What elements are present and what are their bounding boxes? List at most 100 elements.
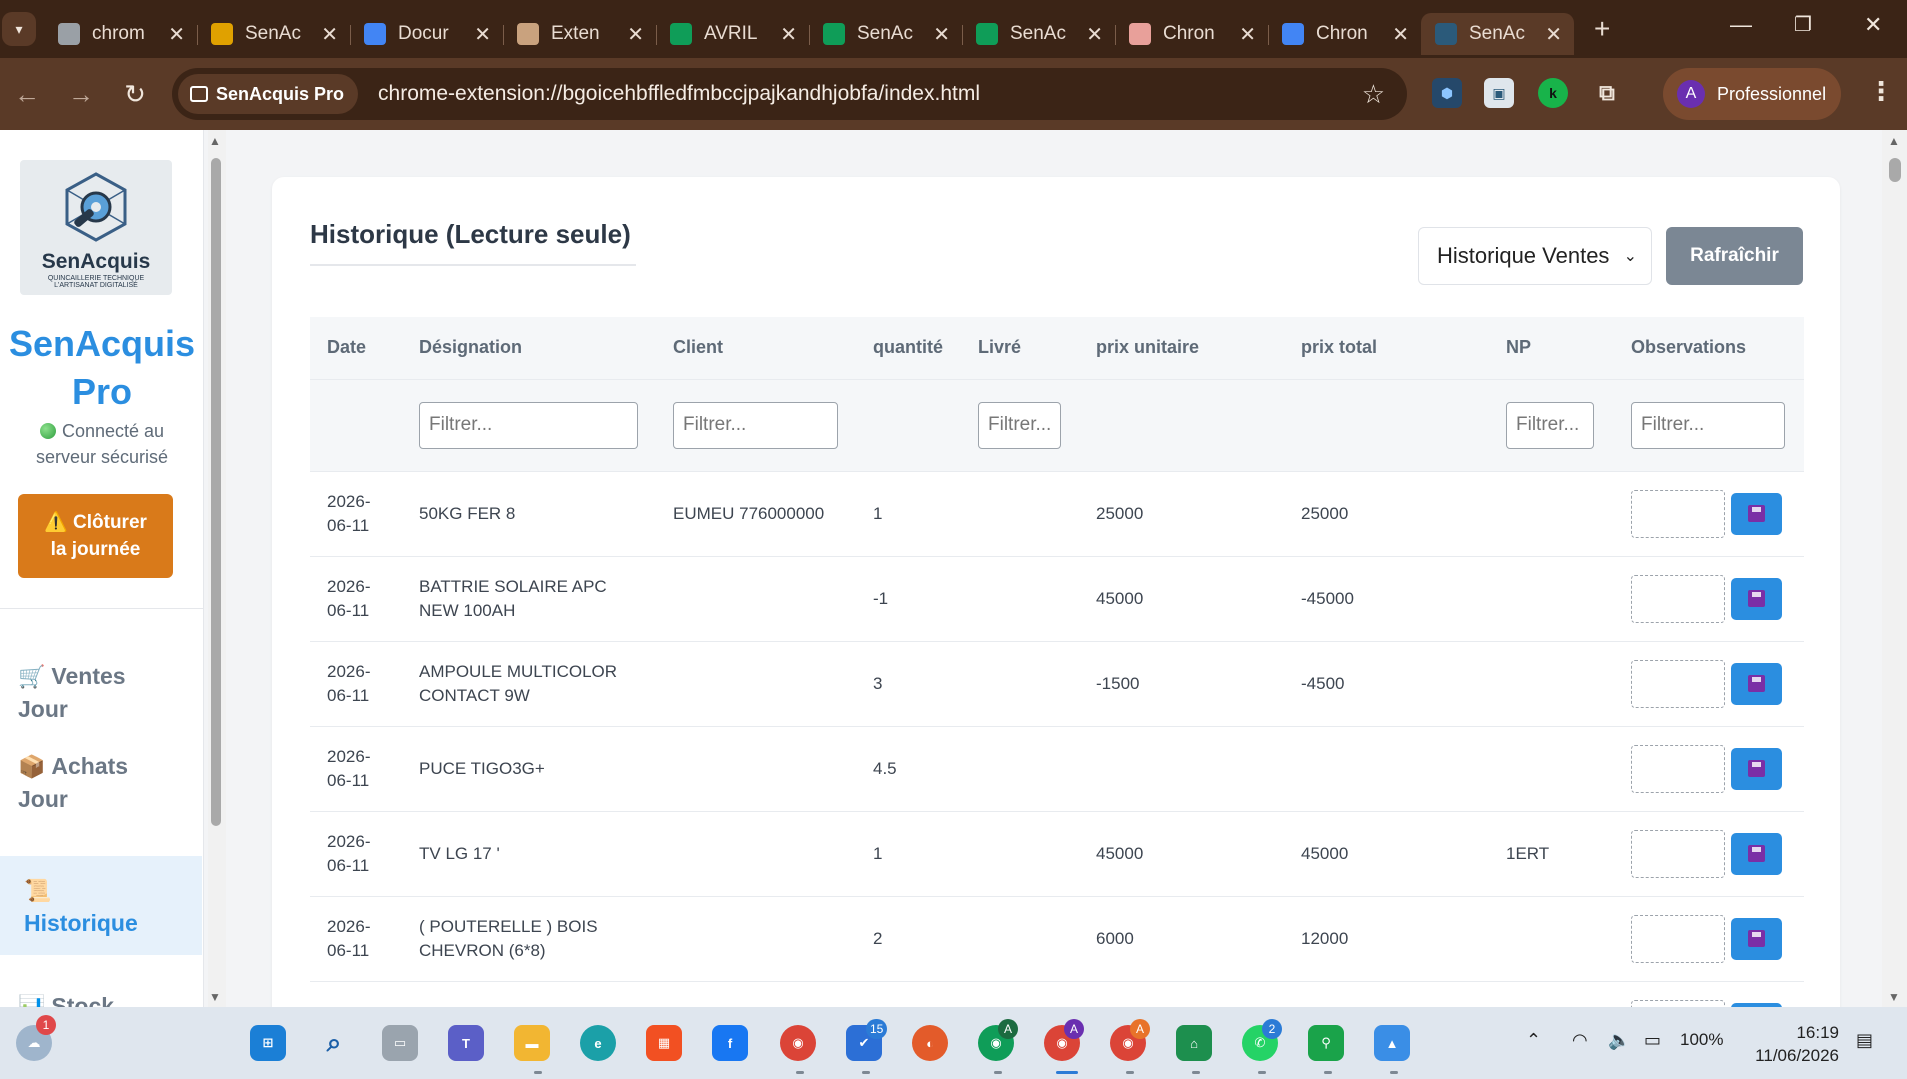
facebook-icon[interactable]: f bbox=[712, 1025, 748, 1061]
browser-tab[interactable]: SenAc ✕ bbox=[962, 13, 1115, 55]
whatsapp-badge: 2 bbox=[1262, 1019, 1282, 1039]
teams-icon[interactable]: T bbox=[448, 1025, 484, 1061]
close-tab-icon[interactable]: ✕ bbox=[1239, 22, 1256, 47]
restore-icon[interactable]: ❐ bbox=[1794, 12, 1812, 37]
save-button[interactable] bbox=[1731, 747, 1782, 790]
close-tab-icon[interactable]: ✕ bbox=[933, 22, 950, 47]
main-scroll-up-icon[interactable]: ▲ bbox=[1888, 134, 1900, 148]
cell-np bbox=[1489, 726, 1614, 812]
clock-date: 11/06/2026 bbox=[1755, 1046, 1839, 1065]
bookmark-star-icon[interactable]: ☆ bbox=[1362, 79, 1385, 110]
browser-tab[interactable]: Exten ✕ bbox=[503, 13, 656, 55]
filter-np-input[interactable]: Filtrer... bbox=[1506, 401, 1594, 449]
main-scrollbar[interactable] bbox=[1882, 130, 1907, 1007]
edge-icon[interactable]: e bbox=[580, 1025, 616, 1061]
chrome-icon[interactable]: ◉ bbox=[780, 1025, 816, 1061]
observation-input[interactable] bbox=[1631, 914, 1725, 963]
scroll-down-icon[interactable]: ▼ bbox=[209, 990, 221, 1004]
filter-livre-input[interactable]: Filtrer... bbox=[978, 401, 1061, 449]
close-tab-icon[interactable]: ✕ bbox=[1545, 22, 1562, 47]
sidebar-item-achats-jour[interactable]: 📦 Achats Jour bbox=[0, 750, 203, 815]
site-info-chip[interactable]: SenAcquis Pro bbox=[178, 74, 359, 114]
close-tab-icon[interactable]: ✕ bbox=[321, 22, 338, 47]
address-bar[interactable]: SenAcquis Pro chrome-extension://bgoiceh… bbox=[172, 68, 1407, 120]
scroll-up-icon[interactable]: ▲ bbox=[209, 134, 221, 148]
history-type-select[interactable]: Historique Ventes ⌄ bbox=[1418, 227, 1652, 285]
observation-input[interactable] bbox=[1631, 999, 1725, 1007]
browser-tab[interactable]: AVRIL ✕ bbox=[656, 13, 809, 55]
close-tab-icon[interactable]: ✕ bbox=[627, 22, 644, 47]
profile-button[interactable]: A Professionnel bbox=[1663, 68, 1841, 120]
browser-tab[interactable]: Chron ✕ bbox=[1268, 13, 1421, 55]
puzzle-icon bbox=[517, 23, 539, 45]
observation-input[interactable] bbox=[1631, 659, 1725, 708]
browser-tab[interactable]: SenAc ✕ bbox=[809, 13, 962, 55]
search-icon[interactable]: ⌕ bbox=[316, 1025, 352, 1061]
filter-designation-input[interactable]: Filtrer... bbox=[419, 401, 638, 449]
extension-shield-icon[interactable]: ⬢ bbox=[1432, 78, 1462, 108]
battery-icon[interactable]: ▭ bbox=[1644, 1030, 1661, 1051]
save-button[interactable] bbox=[1731, 917, 1782, 960]
wifi-icon[interactable]: ◠ bbox=[1572, 1030, 1588, 1051]
close-tab-icon[interactable]: ✕ bbox=[1086, 22, 1103, 47]
sidebar-item-ventes-jour[interactable]: 🛒 Ventes Jour bbox=[0, 660, 203, 725]
new-tab-button[interactable]: + bbox=[1594, 13, 1610, 45]
clock-time: 16:19 bbox=[1796, 1023, 1839, 1042]
volume-icon[interactable]: 🔈 bbox=[1608, 1030, 1630, 1051]
photos-icon[interactable]: ▲ bbox=[1374, 1025, 1410, 1061]
cell-date-line-2: 06-11 bbox=[327, 685, 370, 705]
sidebar-scroll-thumb[interactable] bbox=[211, 158, 221, 826]
save-button[interactable] bbox=[1731, 662, 1782, 705]
chrome-menu-icon[interactable]: ⋮ bbox=[1868, 76, 1894, 107]
senacquis-extension-icon[interactable]: ▣ bbox=[1484, 78, 1514, 108]
filter-client-input[interactable]: Filtrer... bbox=[673, 401, 838, 449]
close-tab-icon[interactable]: ✕ bbox=[780, 22, 797, 47]
system-clock[interactable]: 16:19 11/06/2026 bbox=[1749, 1021, 1839, 1067]
task-view-icon[interactable]: ▭ bbox=[382, 1025, 418, 1061]
save-button[interactable] bbox=[1731, 832, 1782, 875]
reload-icon[interactable]: ↻ bbox=[108, 79, 162, 110]
filter-observations-input[interactable]: Filtrer... bbox=[1631, 401, 1785, 449]
tab-search-icon[interactable]: ▾ bbox=[2, 12, 36, 46]
browser-tab[interactable]: SenAc ✕ bbox=[1421, 13, 1574, 55]
k-extension-icon[interactable]: k bbox=[1538, 78, 1568, 108]
main-scroll-thumb[interactable] bbox=[1889, 158, 1901, 182]
store-icon[interactable]: ▦ bbox=[646, 1025, 682, 1061]
sidebar-divider bbox=[0, 608, 203, 609]
logo-tagline-2: L'ARTISANAT DIGITALISÉ bbox=[54, 282, 138, 289]
close-tab-icon[interactable]: ✕ bbox=[1392, 22, 1409, 47]
extensions-puzzle-icon[interactable]: ⧉ bbox=[1592, 78, 1622, 108]
file-explorer-icon[interactable]: ▬ bbox=[514, 1025, 550, 1061]
column-header: Date bbox=[310, 317, 402, 380]
main-scroll-down-icon[interactable]: ▼ bbox=[1888, 990, 1900, 1004]
browser-tab[interactable]: SenAc ✕ bbox=[197, 13, 350, 55]
refresh-button[interactable]: Rafraîchir bbox=[1666, 227, 1803, 285]
close-window-icon[interactable]: ✕ bbox=[1864, 12, 1882, 38]
observation-input[interactable] bbox=[1631, 829, 1725, 878]
close-tab-icon[interactable]: ✕ bbox=[168, 22, 185, 47]
observation-input[interactable] bbox=[1631, 744, 1725, 793]
cell-quantite: 4.5 bbox=[856, 726, 961, 812]
observation-input[interactable] bbox=[1631, 574, 1725, 623]
back-icon[interactable]: ← bbox=[0, 79, 54, 110]
minimize-icon[interactable]: — bbox=[1730, 12, 1752, 38]
url-text[interactable]: chrome-extension://bgoicehbffledfmbccjpa… bbox=[378, 82, 1362, 106]
browser-tab[interactable]: chrom ✕ bbox=[44, 13, 197, 55]
observation-input[interactable] bbox=[1631, 489, 1725, 538]
browser-tab[interactable]: Docur ✕ bbox=[350, 13, 503, 55]
sidebar-item-stock[interactable]: 📊 Stock bbox=[0, 990, 203, 1007]
save-button[interactable] bbox=[1731, 492, 1782, 535]
forward-icon[interactable]: → bbox=[54, 79, 108, 110]
close-day-button[interactable]: ⚠️ Clôturer la journée bbox=[18, 494, 173, 578]
table-row: 2026- 06-11 ( POUTERELLE ) BOIS CHEVRON (6*… bbox=[310, 896, 1804, 982]
browser-tab[interactable]: Chron ✕ bbox=[1115, 13, 1268, 55]
save-button[interactable] bbox=[1731, 577, 1782, 620]
sidebar-item-historique[interactable]: 📜 Historique bbox=[0, 856, 202, 955]
firefox-icon[interactable]: ◐ bbox=[912, 1025, 948, 1061]
windows-start-icon[interactable]: ⊞ bbox=[250, 1025, 286, 1061]
tray-chevron-up-icon[interactable]: ⌃ bbox=[1526, 1030, 1541, 1051]
close-tab-icon[interactable]: ✕ bbox=[474, 22, 491, 47]
notifications-icon[interactable]: ▤ bbox=[1856, 1030, 1873, 1051]
key-app-icon[interactable]: ⚲ bbox=[1308, 1025, 1344, 1061]
vpn-icon[interactable]: ⌂ bbox=[1176, 1025, 1212, 1061]
